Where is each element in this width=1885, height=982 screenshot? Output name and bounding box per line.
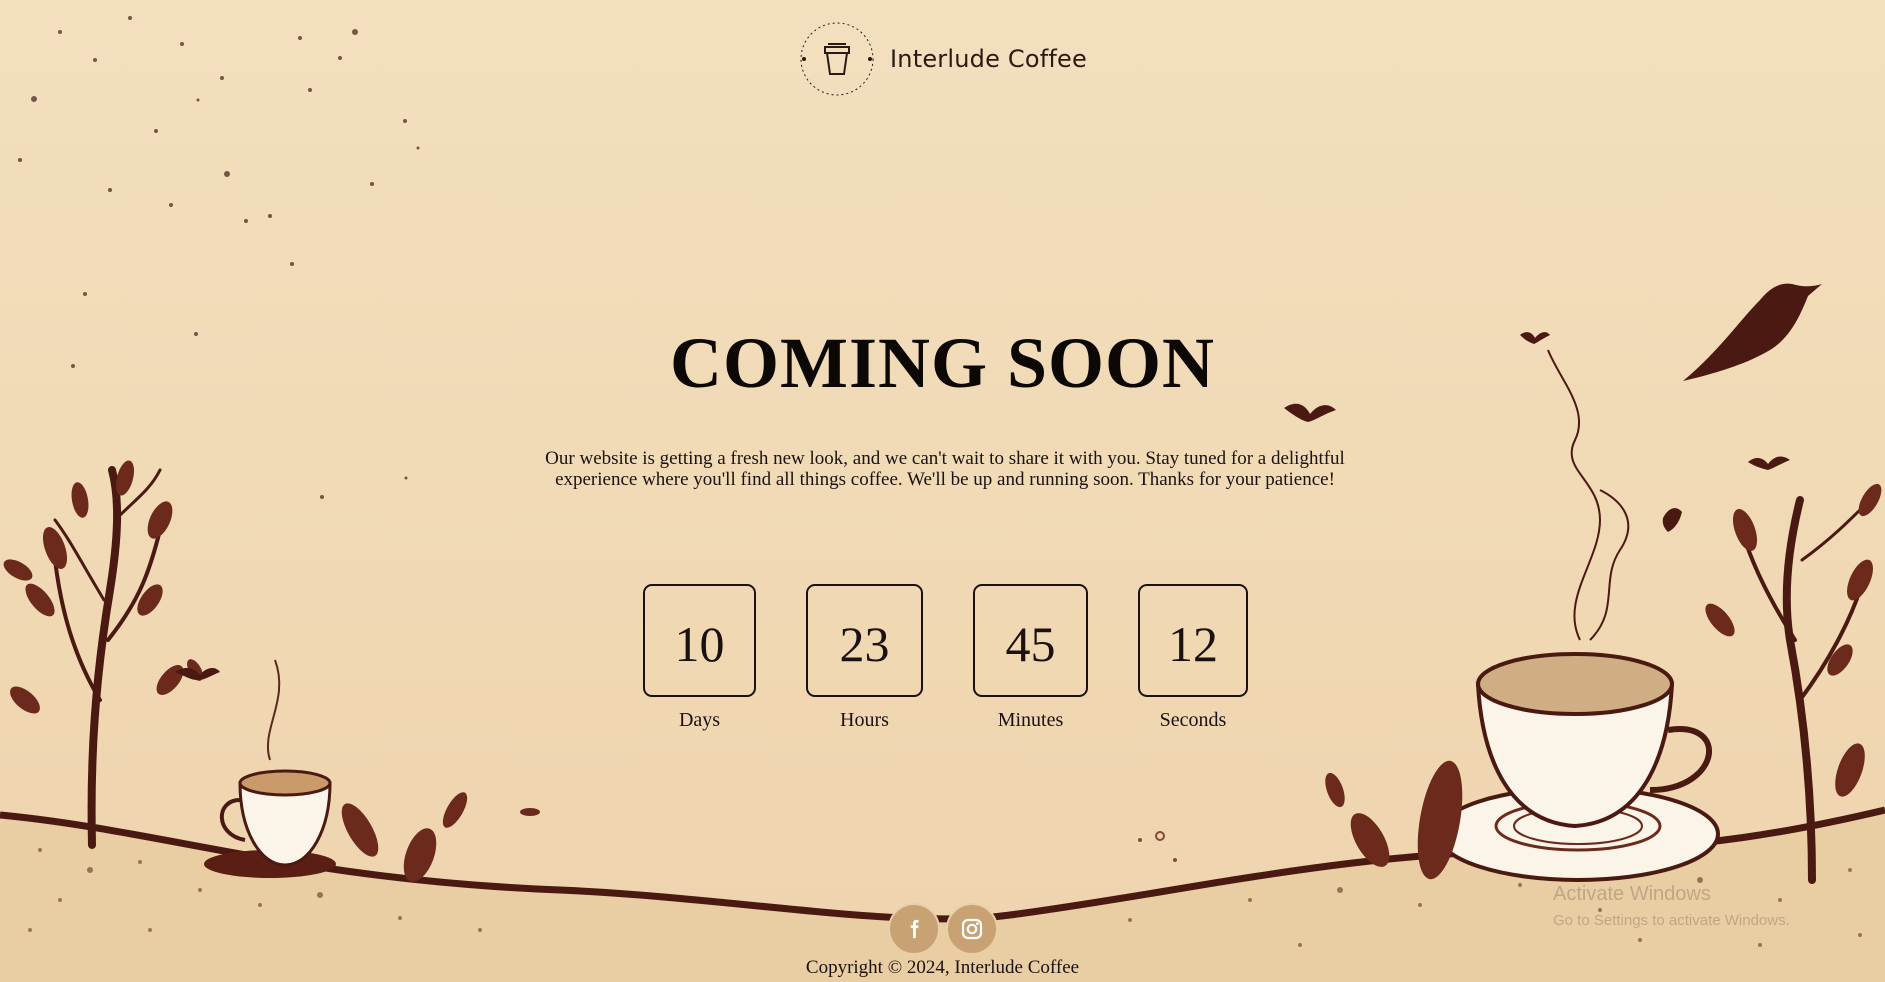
announcement-text: Our website is getting a fresh new look,…: [545, 448, 1345, 490]
site-header: Interlude Coffee: [0, 20, 1885, 98]
countdown-minutes-label: Minutes: [997, 709, 1064, 731]
countdown-hours-label: Hours: [840, 709, 889, 731]
facebook-icon: [910, 919, 919, 939]
activation-title: Activate Windows: [1553, 883, 1711, 905]
page-title: COMING SOON: [669, 323, 1216, 403]
countdown-seconds-value: 12: [1138, 584, 1248, 697]
activation-subtitle: Go to Settings to activate Windows.: [1553, 912, 1790, 929]
instagram-button[interactable]: [945, 903, 998, 955]
countdown-days: 10 Days: [643, 584, 756, 732]
brand-name: Interlude Coffee: [890, 45, 1087, 73]
countdown-minutes: 45 Minutes: [973, 584, 1088, 732]
countdown-hours-value: 23: [806, 584, 923, 697]
countdown-hours: 23 Hours: [806, 584, 923, 732]
footer-copyright: Copyright © 2024, Interlude Coffee: [805, 957, 1080, 978]
activation-watermark: Activate Windows Go to Settings to activ…: [1553, 883, 1790, 929]
countdown-days-label: Days: [678, 709, 721, 731]
coffee-cup-logo-icon: [800, 22, 874, 96]
instagram-icon: [961, 918, 982, 940]
facebook-button[interactable]: [887, 903, 940, 955]
countdown-days-value: 10: [643, 584, 756, 697]
countdown-seconds: 12 Seconds: [1138, 584, 1248, 732]
background-illustration: [0, 16, 1885, 982]
countdown-minutes-value: 45: [973, 584, 1088, 697]
countdown-timer: 10 Days 23 Hours 45 Minutes 12 Seconds: [0, 584, 1885, 744]
countdown-seconds-label: Seconds: [1159, 709, 1227, 731]
